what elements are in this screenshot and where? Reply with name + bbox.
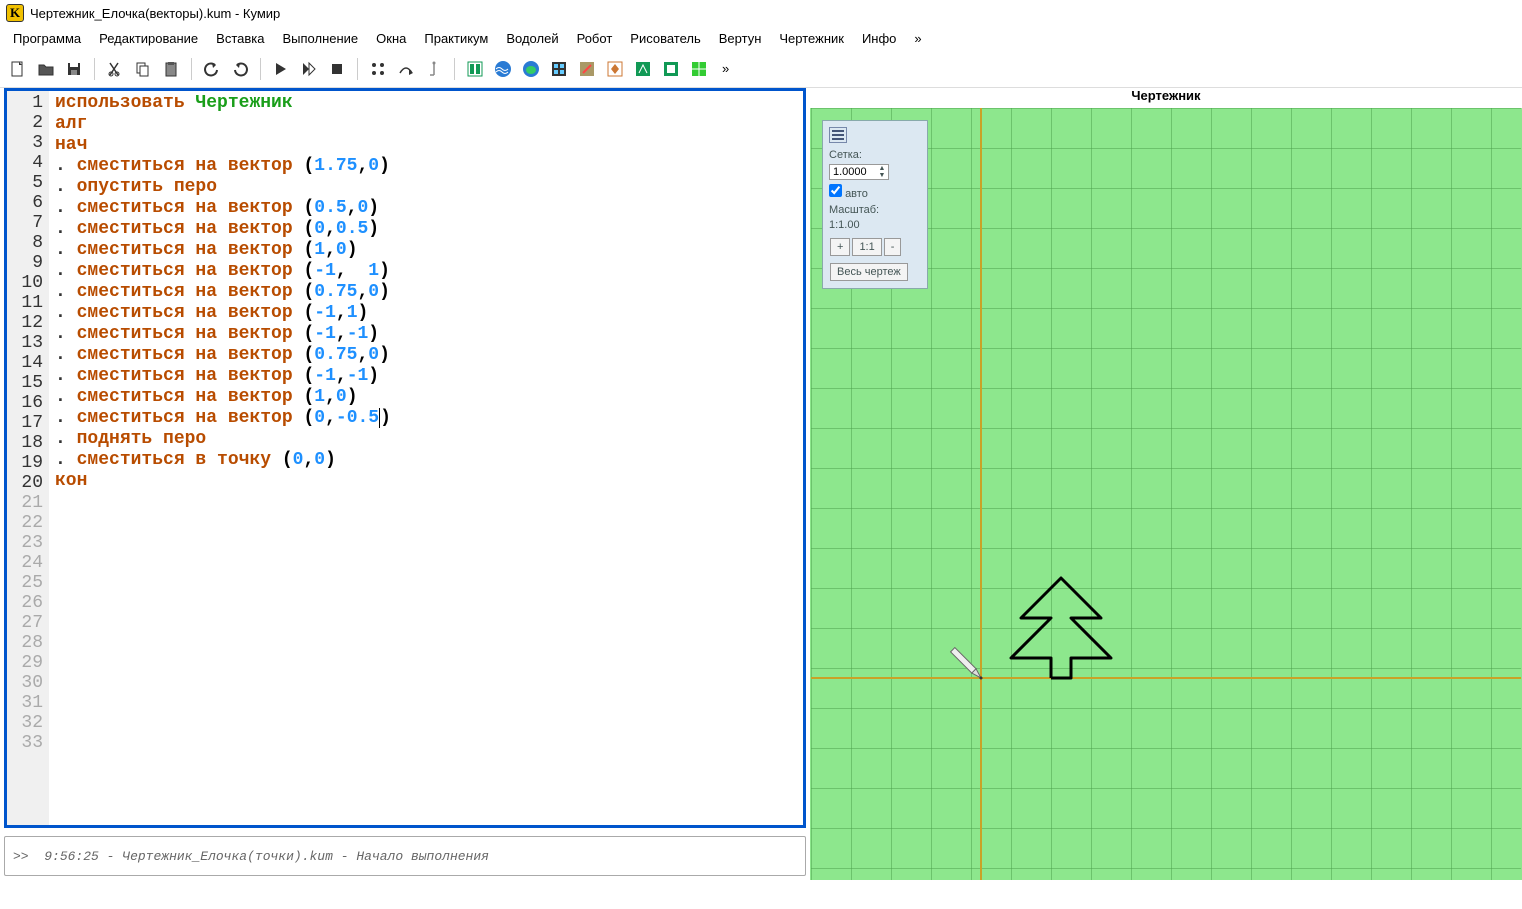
right-pane: Чертежник (810, 88, 1522, 880)
actor-turtle-button[interactable] (519, 57, 543, 81)
tool-a-button[interactable] (366, 57, 390, 81)
actor-painter-button[interactable] (575, 57, 599, 81)
redo-button[interactable] (228, 57, 252, 81)
menu-item-4[interactable]: Окна (369, 28, 413, 49)
auto-label: авто (845, 188, 868, 200)
toolbar: » (0, 50, 1522, 88)
actor-files-button[interactable] (463, 57, 487, 81)
toolbar-separator (260, 58, 261, 80)
actor-green-b-button[interactable] (687, 57, 711, 81)
fit-all-button[interactable]: Весь чертеж (830, 263, 908, 281)
actor-drawer-button[interactable] (631, 57, 655, 81)
menu-item-0[interactable]: Программа (6, 28, 88, 49)
menu-item-1[interactable]: Редактирование (92, 28, 205, 49)
undo-button[interactable] (200, 57, 224, 81)
run-button[interactable] (269, 57, 293, 81)
new-file-button[interactable] (6, 57, 30, 81)
actor-robot-button[interactable] (547, 57, 571, 81)
zoom-in-button[interactable]: + (830, 238, 850, 256)
code-area[interactable]: использовать Чертежникалгнач. сместиться… (49, 91, 803, 825)
stop-button[interactable] (325, 57, 349, 81)
menu-item-6[interactable]: Водолей (499, 28, 565, 49)
zoom-out-button[interactable]: - (884, 238, 902, 256)
tool-b-button[interactable] (394, 57, 418, 81)
menu-item-7[interactable]: Робот (570, 28, 620, 49)
console-sep: - (107, 849, 115, 864)
drawer-settings-panel: Сетка: ▲▼ авто Масштаб: 1:1.00 +1:1- Вес… (822, 120, 928, 289)
tool-c-button[interactable] (422, 57, 446, 81)
drawer-title: Чертежник (810, 88, 1522, 108)
toolbar-overflow[interactable]: » (715, 58, 736, 79)
grid-label: Сетка: (829, 149, 921, 161)
console: >> 9:56:25 - Чертежник_Елочка(точки).kum… (4, 836, 806, 876)
app-icon: K (6, 4, 24, 22)
open-file-button[interactable] (34, 57, 58, 81)
scale-label: Масштаб: (829, 204, 921, 216)
console-file: Чертежник_Елочка(точки).kum (122, 849, 333, 864)
titlebar: K Чертежник_Елочка(векторы).kum - Кумир (0, 0, 1522, 26)
console-sep: - (341, 849, 349, 864)
scale-value: 1:1.00 (829, 219, 921, 231)
toolbar-separator (94, 58, 95, 80)
menu-item-8[interactable]: Рисователь (623, 28, 707, 49)
console-msg: Начало выполнения (356, 849, 489, 864)
drawer-canvas[interactable]: Сетка: ▲▼ авто Масштаб: 1:1.00 +1:1- Вес… (810, 108, 1522, 880)
actor-vodoley-button[interactable] (491, 57, 515, 81)
grid-step-input[interactable]: ▲▼ (829, 164, 889, 180)
zoom-reset-button[interactable]: 1:1 (852, 238, 881, 256)
menu-item-10[interactable]: Чертежник (772, 28, 851, 49)
console-time: 9:56:25 (44, 849, 99, 864)
actor-vertun-button[interactable] (603, 57, 627, 81)
menu-item-3[interactable]: Выполнение (275, 28, 365, 49)
cut-button[interactable] (103, 57, 127, 81)
auto-checkbox-row[interactable]: авто (829, 184, 921, 200)
spin-down[interactable]: ▼ (876, 172, 888, 179)
menubar: ПрограммаРедактированиеВставкаВыполнение… (0, 26, 1522, 50)
menu-item-5[interactable]: Практикум (417, 28, 495, 49)
line-gutter: 1234567891011121314151617181920212223242… (7, 91, 49, 825)
console-prompt: >> (13, 849, 29, 864)
grid-step-field[interactable] (830, 165, 876, 179)
panel-menu-icon[interactable] (829, 127, 847, 143)
paste-button[interactable] (159, 57, 183, 81)
main-area: 1234567891011121314151617181920212223242… (0, 88, 1522, 880)
copy-button[interactable] (131, 57, 155, 81)
auto-checkbox[interactable] (829, 184, 842, 197)
menu-item-9[interactable]: Вертун (712, 28, 769, 49)
menu-item-2[interactable]: Вставка (209, 28, 271, 49)
step-button[interactable] (297, 57, 321, 81)
actor-green-a-button[interactable] (659, 57, 683, 81)
window-title: Чертежник_Елочка(векторы).kum - Кумир (30, 6, 280, 21)
menu-item-12[interactable]: » (907, 28, 928, 49)
spin-up[interactable]: ▲ (876, 165, 888, 172)
menu-item-11[interactable]: Инфо (855, 28, 903, 49)
save-file-button[interactable] (62, 57, 86, 81)
toolbar-separator (454, 58, 455, 80)
code-editor[interactable]: 1234567891011121314151617181920212223242… (4, 88, 806, 828)
toolbar-separator (357, 58, 358, 80)
toolbar-separator (191, 58, 192, 80)
left-pane: 1234567891011121314151617181920212223242… (0, 88, 810, 880)
